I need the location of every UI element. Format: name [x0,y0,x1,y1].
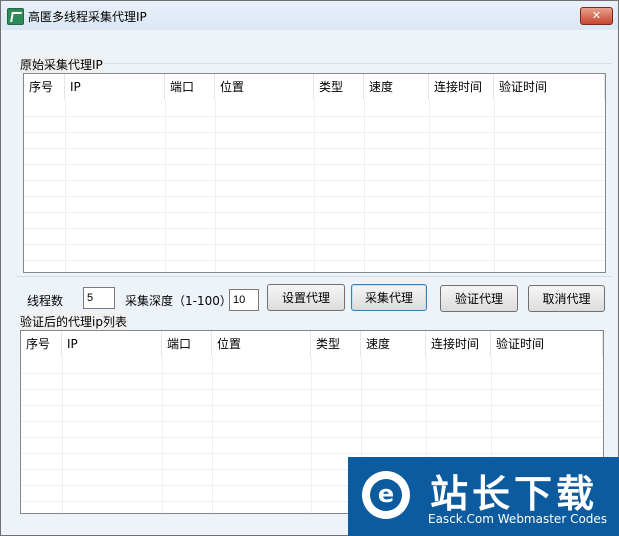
app-icon [7,8,24,25]
raw-group-label: 原始采集代理IP [19,56,104,73]
col-speed[interactable]: 速度 [364,74,429,100]
grid-line [165,100,166,272]
grid-line [494,100,495,272]
depth-input[interactable] [229,289,259,311]
cancel-proxy-button[interactable]: 取消代理 [528,285,605,312]
col-location[interactable]: 位置 [215,74,314,100]
grid-line [24,228,605,229]
title-bar[interactable]: 高匿多线程采集代理IP ✕ [1,1,618,30]
col-index[interactable]: 序号 [21,331,62,357]
grid-line [24,132,605,133]
grid-line [212,357,213,513]
verify-proxy-button[interactable]: 验证代理 [440,285,518,312]
col-verify-time[interactable]: 验证时间 [491,331,603,357]
collect-proxy-button[interactable]: 采集代理 [351,284,427,311]
depth-label: 采集深度（1-100） [125,294,232,308]
col-connect-time[interactable]: 连接时间 [426,331,491,357]
grid-line [24,196,605,197]
grid-line [24,244,605,245]
raw-proxy-list[interactable]: 序号 IP 端口 位置 类型 速度 连接时间 验证时间 [23,73,606,273]
verified-list-header: 序号 IP 端口 位置 类型 速度 连接时间 验证时间 [21,331,603,357]
raw-group-border [17,63,612,64]
watermark-logo-icon: e [362,471,410,519]
watermark-logo-letter: e [370,479,402,511]
grid-line [162,357,163,513]
grid-line [364,100,365,272]
col-port[interactable]: 端口 [165,74,215,100]
grid-line [24,164,605,165]
raw-group-border-bottom [17,276,612,277]
col-type[interactable]: 类型 [314,74,364,100]
grid-line [314,100,315,272]
col-connect-time[interactable]: 连接时间 [429,74,494,100]
raw-list-header: 序号 IP 端口 位置 类型 速度 连接时间 验证时间 [24,74,605,100]
grid-line [24,116,605,117]
grid-line [62,357,63,513]
col-location[interactable]: 位置 [212,331,311,357]
col-speed[interactable]: 速度 [361,331,426,357]
watermark-subtitle: Easck.Com Webmaster Codes [428,512,608,526]
grid-line [24,260,605,261]
grid-line [21,389,603,390]
grid-line [21,437,603,438]
col-type[interactable]: 类型 [311,331,361,357]
grid-line [21,373,603,374]
grid-line [24,148,605,149]
threads-label: 线程数 [27,294,64,308]
grid-line [21,421,603,422]
threads-input[interactable] [83,287,115,309]
set-proxy-button[interactable]: 设置代理 [267,284,345,311]
watermark-banner: e 站长下载 Easck.Com Webmaster Codes [348,457,619,536]
grid-line [311,357,312,513]
col-verify-time[interactable]: 验证时间 [494,74,605,100]
grid-line [215,100,216,272]
grid-line [21,405,603,406]
grid-line [429,100,430,272]
grid-line [24,180,605,181]
watermark-title: 站长下载 [430,472,599,516]
col-port[interactable]: 端口 [162,331,212,357]
verified-group-label: 验证后的代理ip列表 [19,313,128,330]
col-ip[interactable]: IP [65,74,165,100]
close-button[interactable]: ✕ [580,7,613,25]
grid-line [24,212,605,213]
grid-line [21,453,603,454]
col-index[interactable]: 序号 [24,74,65,100]
window-title: 高匿多线程采集代理IP [28,10,147,24]
col-ip[interactable]: IP [62,331,162,357]
grid-line [65,100,66,272]
